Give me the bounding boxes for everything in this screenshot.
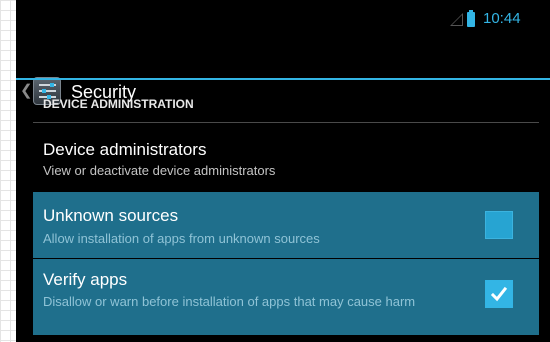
verify-apps-item[interactable]: Verify apps Disallow or warn before inst… [33,259,539,335]
pref-summary: Allow installation of apps from unknown … [43,231,320,246]
status-bar: 10:44 [16,0,550,34]
pref-summary: Disallow or warn before installation of … [43,294,416,309]
pref-title: Unknown sources [43,206,179,225]
unknown-sources-item[interactable]: Unknown sources Allow installation of ap… [33,192,539,258]
action-bar: ❮ Security [16,34,550,105]
check-mark-icon [490,286,508,302]
section-divider [33,122,539,123]
unknown-sources-checkbox[interactable] [485,211,513,239]
signal-icon [450,13,463,26]
pref-summary: View or deactivate device administrators [43,163,276,178]
pref-title: Device administrators [43,140,207,159]
settings-screen: 10:44 ❮ Security DEVICE ADMINISTRATION D… [16,0,550,342]
device-administrators-item[interactable]: Device administrators View or deactivate… [33,128,539,190]
status-clock: 10:44 [483,10,521,27]
pref-title: Verify apps [43,270,128,289]
verify-apps-checkbox[interactable] [485,280,513,308]
battery-icon [467,10,475,27]
chevron-left-icon: ❮ [20,82,33,99]
action-bar-divider [16,78,550,80]
section-header: DEVICE ADMINISTRATION [43,97,194,111]
